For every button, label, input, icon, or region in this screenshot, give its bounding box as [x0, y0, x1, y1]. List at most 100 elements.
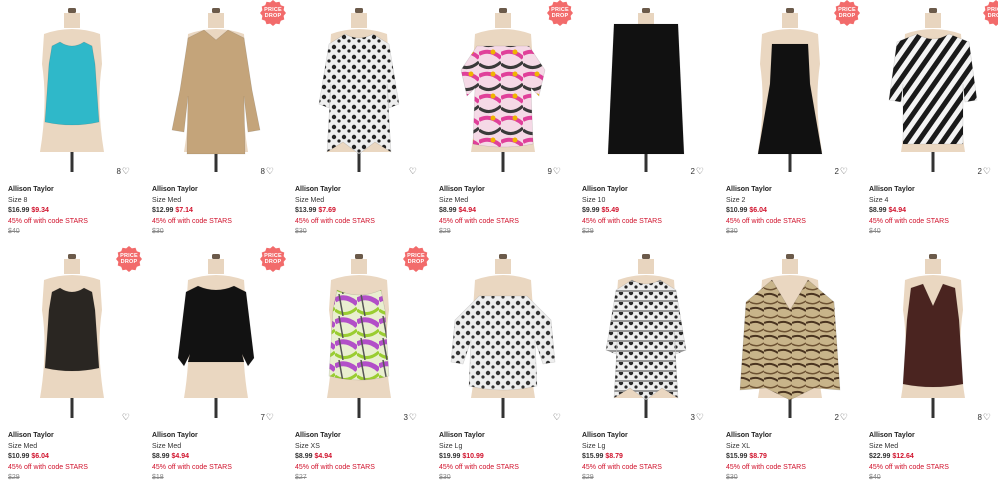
- favorite-button[interactable]: 3 ♡: [403, 413, 417, 423]
- price-drop-badge: PRICEDROP: [403, 246, 429, 272]
- favorite-button[interactable]: 2 ♡: [834, 167, 848, 177]
- brand-name[interactable]: Allison Taylor: [582, 431, 712, 442]
- favorite-button[interactable]: 7 ♡: [260, 413, 274, 423]
- size-label: Size Med: [152, 196, 182, 204]
- product-info[interactable]: Allison Taylor Size XS $8.99 $4.94 45% off …: [295, 431, 425, 484]
- product-card[interactable]: PRICE DROP ♡ Allison Taylor Size Med $10.99 $…: [4, 246, 142, 496]
- product-info[interactable]: Allison Taylor Size Med $10.99 $6.04 45% of…: [8, 431, 138, 484]
- product-image[interactable]: [291, 250, 427, 418]
- brand-name[interactable]: Allison Taylor: [295, 185, 425, 196]
- brand-name[interactable]: Allison Taylor: [439, 431, 569, 442]
- favorite-button[interactable]: ♡: [121, 413, 130, 422]
- product-photo: [177, 254, 255, 418]
- favorite-button[interactable]: 8 ♡: [116, 167, 130, 177]
- product-photo: [171, 8, 261, 172]
- brand-name[interactable]: Allison Taylor: [8, 185, 138, 196]
- product-image[interactable]: [578, 250, 714, 418]
- favorite-button[interactable]: 2 ♡: [834, 413, 848, 423]
- favorite-button[interactable]: 2 ♡: [690, 167, 704, 177]
- price-line: $15.99 $8.79: [582, 452, 712, 463]
- product-card[interactable]: 2 ♡ Allison Taylor Size XL $15.99 $8.79 45% o…: [722, 250, 858, 496]
- brand-name[interactable]: Allison Taylor: [439, 185, 569, 196]
- heart-icon[interactable]: ♡: [122, 167, 130, 176]
- price-drop-text: PRICEDROP: [838, 7, 856, 19]
- heart-icon[interactable]: ♡: [983, 413, 991, 422]
- product-card[interactable]: PRICE DROP 8 ♡ Allison Taylor Size Med $12.99 …: [148, 0, 286, 250]
- price-line: $8.99 $4.94: [295, 452, 425, 463]
- product-image[interactable]: [578, 4, 714, 172]
- product-card[interactable]: PRICE DROP 7 ♡ Allison Taylor Size Med $8.99 $…: [148, 246, 286, 496]
- product-card[interactable]: ♡ Allison Taylor Size Med $13.99 $7.69 45% o…: [291, 4, 427, 250]
- product-image[interactable]: [722, 250, 858, 418]
- product-card[interactable]: 8 ♡ Allison Taylor Size Med $22.99 $12.64 45%…: [865, 250, 998, 496]
- product-info[interactable]: Allison Taylor Size Med $13.99 $7.69 45% of…: [295, 185, 425, 238]
- product-image[interactable]: [291, 4, 427, 172]
- product-card[interactable]: PRICE DROP 2 ♡ Allison Taylor Size 2 $10.99 $6…: [722, 0, 860, 250]
- size-label: Size 2: [726, 196, 746, 204]
- heart-icon[interactable]: ♡: [840, 413, 848, 422]
- badge-line: DROP: [264, 13, 282, 19]
- product-info[interactable]: Allison Taylor Size 8 $16.99 $9.34 45% off …: [8, 185, 138, 238]
- product-card[interactable]: PRICE DROP 9 ♡ Allison Taylor Size Med $8.99 $…: [435, 0, 573, 250]
- brand-name[interactable]: Allison Taylor: [152, 185, 282, 196]
- heart-icon[interactable]: ♡: [553, 413, 561, 422]
- brand-name[interactable]: Allison Taylor: [726, 185, 856, 196]
- heart-icon[interactable]: ♡: [266, 413, 274, 422]
- heart-icon[interactable]: ♡: [409, 413, 417, 422]
- sale-price: $8.79: [605, 453, 623, 460]
- heart-icon[interactable]: ♡: [696, 167, 704, 176]
- brand-name[interactable]: Allison Taylor: [295, 431, 425, 442]
- favorite-button[interactable]: 8 ♡: [260, 167, 274, 177]
- product-info[interactable]: Allison Taylor Size 10 $9.99 $5.49 45% off …: [582, 185, 712, 238]
- product-card[interactable]: 3 ♡ Allison Taylor Size Lg $15.99 $8.79 45% o…: [578, 250, 714, 496]
- brand-name[interactable]: Allison Taylor: [869, 185, 998, 196]
- product-card[interactable]: 2 ♡ Allison Taylor Size 10 $9.99 $5.49 45% of…: [578, 4, 714, 250]
- product-info[interactable]: Allison Taylor Size XL $15.99 $8.79 45% off…: [726, 431, 856, 484]
- product-info[interactable]: Allison Taylor Size Lg $15.99 $8.79 45% off…: [582, 431, 712, 484]
- heart-icon[interactable]: ♡: [696, 413, 704, 422]
- sale-price: $5.49: [601, 207, 620, 214]
- favorite-count: 2: [690, 167, 695, 176]
- product-card[interactable]: PRICE DROP 3 ♡ Allison Taylor Size XS $8.99 $4…: [291, 246, 429, 496]
- brand-name[interactable]: Allison Taylor: [869, 431, 998, 442]
- product-image[interactable]: [865, 4, 998, 172]
- heart-icon[interactable]: ♡: [409, 167, 417, 176]
- favorite-count: 8: [116, 167, 121, 176]
- product-card[interactable]: ♡ Allison Taylor Size Lg $19.99 $10.99 45% o…: [435, 250, 571, 496]
- product-image[interactable]: [865, 250, 998, 418]
- product-card[interactable]: PRICEDROP 2♡ Allison TaylorSize 4 $8.99 $4.…: [865, 0, 998, 250]
- favorite-button[interactable]: 9 ♡: [547, 167, 561, 177]
- brand-name[interactable]: Allison Taylor: [8, 431, 138, 442]
- promo-text: 45% off with code STARS: [869, 217, 949, 225]
- favorite-button[interactable]: 3 ♡: [690, 413, 704, 423]
- product-image[interactable]: [148, 4, 284, 172]
- product-info[interactable]: Allison Taylor Size Med $8.99 $4.94 45% off…: [152, 431, 282, 484]
- product-image[interactable]: [435, 250, 571, 418]
- product-info[interactable]: Allison Taylor Size Med $22.99 $12.64 45% o…: [869, 431, 998, 484]
- brand-name[interactable]: Allison Taylor: [726, 431, 856, 442]
- product-image[interactable]: [4, 250, 140, 418]
- product-info[interactable]: Allison Taylor Size Med $8.99 $4.94 45% off…: [439, 185, 569, 238]
- product-image[interactable]: [435, 4, 571, 172]
- product-info[interactable]: Allison Taylor Size Lg $19.99 $10.99 45% of…: [439, 431, 569, 484]
- product-image[interactable]: [722, 4, 858, 172]
- heart-icon[interactable]: ♡: [122, 413, 130, 422]
- product-info[interactable]: Allison Taylor Size Med $12.99 $7.14 45% of…: [152, 185, 282, 238]
- brand-name[interactable]: Allison Taylor: [582, 185, 712, 196]
- product-info[interactable]: Allison Taylor Size 4 $8.99 $4.94 45% off w…: [869, 185, 998, 238]
- favorite-button[interactable]: 8 ♡: [977, 413, 991, 423]
- product-image[interactable]: [4, 4, 140, 172]
- product-info[interactable]: Allison Taylor Size 2 $10.99 $6.04 45% off …: [726, 185, 856, 238]
- favorite-button[interactable]: ♡: [408, 167, 417, 176]
- heart-icon[interactable]: ♡: [840, 167, 848, 176]
- heart-icon[interactable]: ♡: [983, 167, 991, 176]
- favorite-button[interactable]: ♡: [552, 413, 561, 422]
- heart-icon[interactable]: ♡: [553, 167, 561, 176]
- product-image[interactable]: [148, 250, 284, 418]
- promo-text: 45% off with code STARS: [439, 463, 519, 471]
- brand-name[interactable]: Allison Taylor: [152, 431, 282, 442]
- price-line: $12.99 $7.14: [152, 206, 282, 217]
- favorite-button[interactable]: 2 ♡: [977, 167, 991, 177]
- product-card[interactable]: 8 ♡ Allison Taylor Size 8 $16.99 $9.34 45% of…: [4, 4, 140, 250]
- heart-icon[interactable]: ♡: [266, 167, 274, 176]
